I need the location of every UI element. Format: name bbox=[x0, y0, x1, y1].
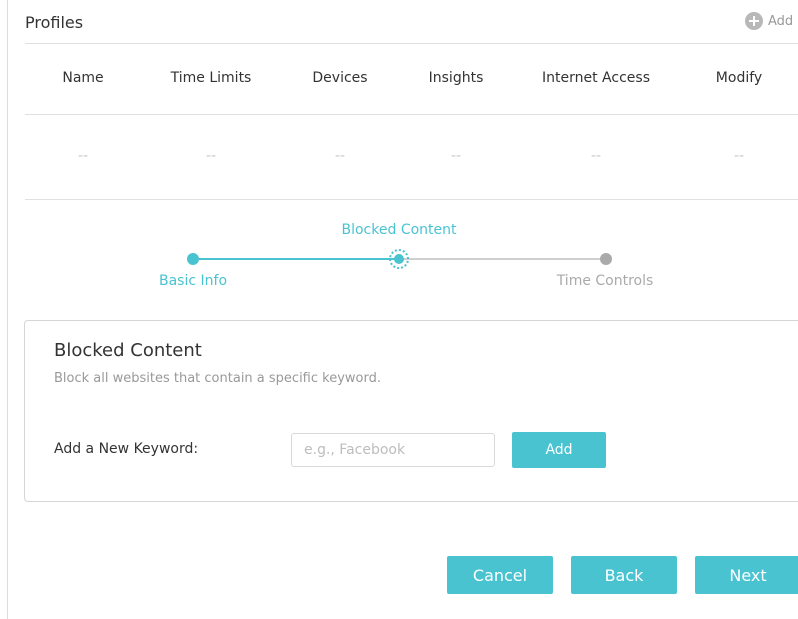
table-bottom-divider bbox=[25, 199, 798, 200]
back-button[interactable]: Back bbox=[571, 556, 677, 594]
column-header-name: Name bbox=[62, 70, 104, 86]
step-label-blocked-content: Blocked Content bbox=[341, 222, 457, 238]
header-divider bbox=[25, 43, 798, 44]
add-profile-label: Add bbox=[768, 13, 794, 29]
column-header-insights: Insights bbox=[428, 70, 484, 86]
column-header-internet-access: Internet Access bbox=[542, 70, 650, 86]
table-cell-time-limits: -- bbox=[205, 148, 217, 164]
step-label-basic-info: Basic Info bbox=[158, 273, 228, 289]
table-cell-modify: -- bbox=[733, 148, 745, 164]
column-header-devices: Devices bbox=[312, 70, 368, 86]
step-dot-time-controls bbox=[600, 253, 612, 265]
keyword-label: Add a New Keyword: bbox=[54, 441, 199, 457]
table-cell-name: -- bbox=[77, 148, 89, 164]
panel-title: Blocked Content bbox=[54, 340, 202, 361]
column-header-time-limits: Time Limits bbox=[170, 70, 252, 86]
cancel-button[interactable]: Cancel bbox=[447, 556, 553, 594]
table-cell-internet-access: -- bbox=[590, 148, 602, 164]
stepper-line-upcoming bbox=[399, 258, 606, 260]
table-cell-insights: -- bbox=[450, 148, 462, 164]
plus-circle-icon bbox=[745, 12, 763, 30]
step-dot-basic-info bbox=[187, 253, 199, 265]
add-keyword-button[interactable]: Add bbox=[512, 432, 606, 468]
panel-description: Block all websites that contain a specif… bbox=[54, 371, 381, 386]
table-cell-devices: -- bbox=[334, 148, 346, 164]
step-label-time-controls: Time Controls bbox=[556, 273, 654, 289]
keyword-input[interactable] bbox=[291, 433, 495, 467]
table-header-divider bbox=[25, 114, 798, 115]
add-profile-button[interactable]: Add bbox=[745, 12, 793, 30]
step-dot-blocked-content bbox=[394, 254, 404, 264]
next-button[interactable]: Next bbox=[695, 556, 798, 594]
profiles-title: Profiles bbox=[25, 13, 84, 32]
stepper-line-completed bbox=[193, 258, 399, 260]
left-border bbox=[7, 0, 8, 619]
column-header-modify: Modify bbox=[715, 70, 763, 86]
